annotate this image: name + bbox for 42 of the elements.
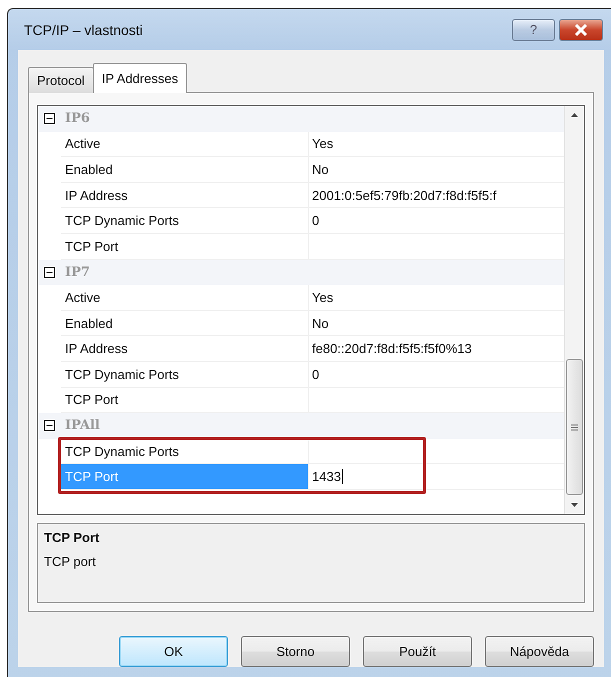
collapse-icon[interactable] <box>44 113 55 124</box>
property-value: No <box>309 157 564 183</box>
description-title: TCP Port <box>44 530 100 545</box>
help-button[interactable]: ? <box>512 18 555 40</box>
property-name[interactable]: Enabled <box>61 310 309 336</box>
property-name[interactable]: IP Address <box>61 336 309 362</box>
tab[interactable]: Protocol <box>28 67 94 93</box>
property-value: Yes <box>309 132 564 158</box>
property-value: 0 <box>309 208 564 234</box>
scroll-thumb[interactable] <box>566 359 583 495</box>
property-name[interactable]: TCP Dynamic Ports <box>61 362 309 388</box>
property-value: fe80::20d7:f8d:f5f5:f5f0%13 <box>309 336 564 362</box>
scroll-up-icon <box>571 113 578 117</box>
category-name: IP6 <box>61 106 564 132</box>
collapse-icon[interactable] <box>44 420 55 432</box>
property-value: 0 <box>309 362 564 388</box>
property-name[interactable]: Active <box>61 132 309 158</box>
dialog-button[interactable]: OK <box>119 636 228 667</box>
scroll-down-icon <box>571 503 578 507</box>
category-name: IPAll <box>61 413 564 439</box>
close-icon <box>574 24 588 36</box>
property-name[interactable]: TCP Port <box>61 234 309 260</box>
property-name[interactable]: TCP Port <box>61 388 309 414</box>
collapse-icon[interactable] <box>44 266 55 278</box>
category-name: IP7 <box>61 260 564 286</box>
property-name[interactable]: TCP Dynamic Ports <box>61 438 309 464</box>
property-value: No <box>309 310 564 336</box>
property-value: 2001:0:5ef5:79fb:20d7:f8d:f5f5:f <box>309 182 564 208</box>
dialog-button[interactable]: Použít <box>363 636 472 667</box>
window-title: TCP/IP – vlastnosti <box>24 22 144 38</box>
dialog-button[interactable]: Storno <box>241 636 350 667</box>
description-text: TCP port <box>44 554 97 569</box>
tab[interactable]: IP Addresses <box>92 63 188 93</box>
dialog-button[interactable]: Nápověda <box>485 636 594 667</box>
property-name[interactable]: Active <box>61 285 309 311</box>
property-name[interactable]: IP Address <box>61 182 309 208</box>
close-button[interactable] <box>559 18 603 40</box>
property-name[interactable]: TCP Dynamic Ports <box>61 208 309 234</box>
property-value: Yes <box>309 285 564 311</box>
scrollbar[interactable] <box>564 106 584 514</box>
property-value-input[interactable]: 1433 <box>309 464 564 490</box>
property-name[interactable]: Enabled <box>61 157 309 183</box>
